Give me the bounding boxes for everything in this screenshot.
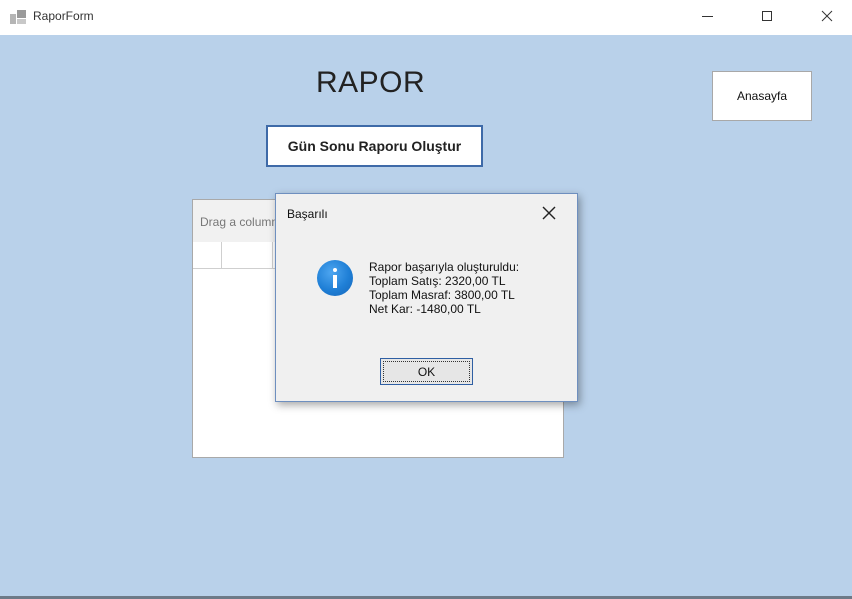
app-icon <box>10 10 26 24</box>
minimize-button[interactable] <box>684 0 730 32</box>
dialog-title: Başarılı <box>287 207 328 221</box>
dialog-message: Rapor başarıyla oluşturuldu: Toplam Satı… <box>369 260 519 316</box>
page-title: RAPOR <box>316 66 426 99</box>
ok-button[interactable]: OK <box>380 358 473 385</box>
close-icon <box>821 10 833 22</box>
grid-column-header[interactable] <box>222 242 273 268</box>
close-button[interactable] <box>804 0 850 32</box>
message-line: Toplam Satış: 2320,00 TL <box>369 274 506 288</box>
dialog-close-button[interactable] <box>538 202 560 224</box>
window-title: RaporForm <box>33 9 94 23</box>
ok-button-label: OK <box>417 364 436 379</box>
success-message-box: Başarılı Rapor başarıyla oluşturuldu: To… <box>275 193 578 402</box>
minimize-icon <box>701 15 713 17</box>
rapor-form-window: RaporForm RAPOR Anasayfa Gün Sonu Raporu… <box>0 0 852 599</box>
title-bar[interactable]: RaporForm <box>0 0 852 35</box>
grid-row-indicator-header <box>193 242 222 268</box>
message-line: Rapor başarıyla oluşturuldu: <box>369 260 520 274</box>
message-line: Toplam Masraf: 3800,00 TL <box>369 288 515 302</box>
maximize-button[interactable] <box>744 0 790 32</box>
close-icon <box>542 206 556 220</box>
home-button[interactable]: Anasayfa <box>712 71 812 121</box>
info-icon <box>317 260 353 296</box>
maximize-icon <box>762 11 772 21</box>
message-line: Net Kar: -1480,00 TL <box>369 302 481 316</box>
create-day-end-report-button[interactable]: Gün Sonu Raporu Oluştur <box>266 125 483 167</box>
